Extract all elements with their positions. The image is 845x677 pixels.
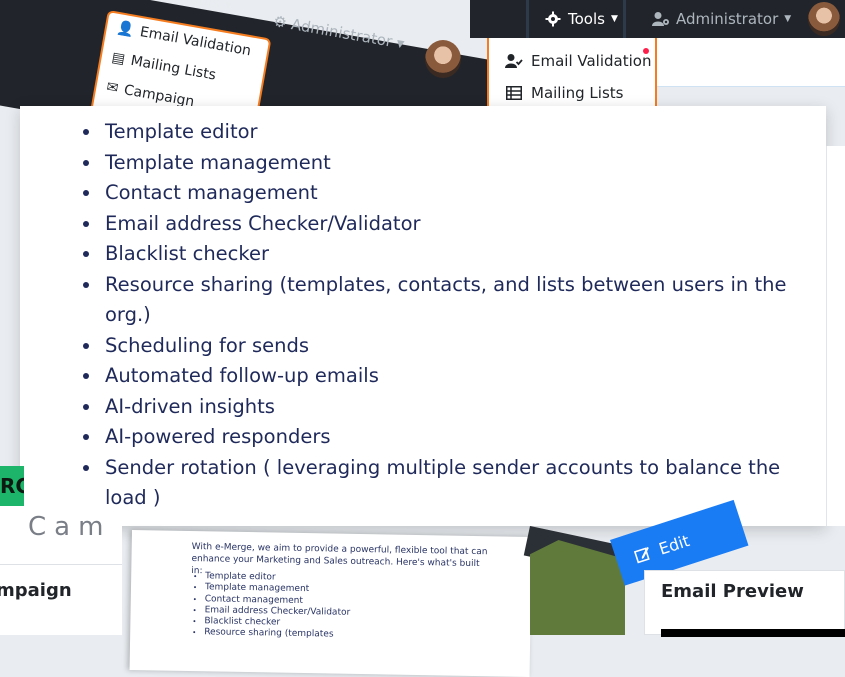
admin-menu-label: Administrator xyxy=(676,10,779,28)
gear-user-icon: ⚙ xyxy=(271,12,289,33)
tools-menu-label: Tools xyxy=(568,10,605,28)
background-item-label: Mailing Lists xyxy=(129,52,218,84)
notification-dot xyxy=(643,48,649,54)
brand-badge-text: RC xyxy=(0,474,24,498)
gear-icon xyxy=(545,11,561,27)
page-heading: Cam xyxy=(28,512,112,542)
list-item: Template editor xyxy=(83,117,795,148)
list-item: Blacklist checker xyxy=(83,239,795,270)
campaign-header: mpaign xyxy=(0,580,72,601)
list-item: Email address Checker/Validator xyxy=(83,209,795,240)
edit-icon xyxy=(633,546,650,564)
email-preview-title: Email Preview xyxy=(661,581,804,602)
list-item: AI-driven insights xyxy=(83,392,795,423)
divider xyxy=(0,564,122,565)
user-check-icon xyxy=(505,54,523,68)
dropdown-item-label: Mailing Lists xyxy=(531,84,624,102)
list-item: Template management xyxy=(83,148,795,179)
table-list-icon: ▤ xyxy=(110,49,127,68)
email-preview-frame xyxy=(661,629,845,637)
navbar-divider xyxy=(526,0,529,38)
dropdown-item-email-validation[interactable]: Email Validation xyxy=(505,52,651,70)
brand-badge: RC xyxy=(0,466,24,506)
mini-doc-list: Template editor Template management Cont… xyxy=(192,571,351,642)
user-gear-icon xyxy=(652,12,669,26)
page-header-strip xyxy=(657,38,845,87)
navbar-divider xyxy=(623,0,626,38)
feature-list-card: Template editor Template management Cont… xyxy=(20,106,826,526)
list-item: Automated follow-up emails xyxy=(83,361,795,392)
campaign-panel: Cam mpaign xyxy=(0,506,122,635)
tools-dropdown-menu: Email Validation Mailing Lists xyxy=(487,38,657,113)
list-item: Sender rotation ( leveraging multiple se… xyxy=(83,453,795,514)
list-item: Resource sharing (templates, contacts, a… xyxy=(83,270,795,331)
user-check-icon: 👤 xyxy=(115,19,136,39)
feature-list: Template editor Template management Cont… xyxy=(83,117,795,514)
table-list-icon xyxy=(506,86,522,100)
tools-menu-button[interactable]: Tools ▼ xyxy=(536,0,626,38)
admin-menu-button[interactable]: Administrator ▼ xyxy=(652,0,791,38)
dropdown-item-mailing-lists[interactable]: Mailing Lists xyxy=(505,84,623,102)
dropdown-item-label: Email Validation xyxy=(531,52,652,70)
list-item: AI-powered responders xyxy=(83,422,795,453)
email-preview-card: Email Preview xyxy=(644,570,845,637)
list-item: Contact management xyxy=(83,178,795,209)
chevron-down-icon: ▼ xyxy=(784,14,792,24)
envelopes-icon: ✉ xyxy=(105,79,120,97)
edit-button-label: Edit xyxy=(656,530,692,559)
user-avatar[interactable] xyxy=(808,2,840,36)
top-navbar: Tools ▼ Administrator ▼ xyxy=(470,0,845,38)
side-panel-edge xyxy=(826,146,845,526)
list-item: Scheduling for sends xyxy=(83,331,795,362)
chevron-down-icon: ▼ xyxy=(610,14,618,24)
background-dropdown-item: ▤ Mailing Lists xyxy=(110,50,217,84)
mini-document-preview: With e-Merge, we aim to provide a powerf… xyxy=(129,530,532,677)
background-avatar xyxy=(425,40,461,78)
